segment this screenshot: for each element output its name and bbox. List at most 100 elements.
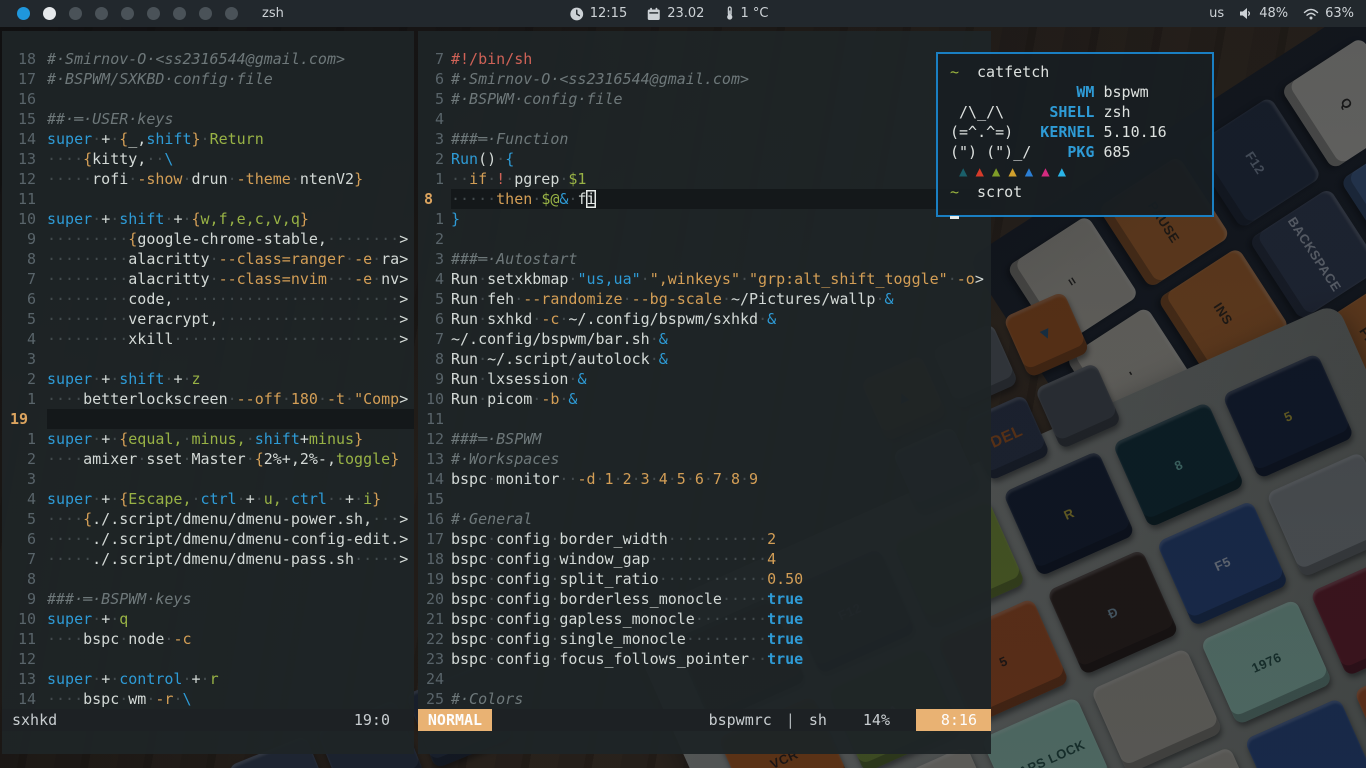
code-line: 1··if·!·pgrep·$1 — [418, 169, 991, 189]
code-line: 18#·Smirnov-O·<ss2316544@gmail.com> — [2, 49, 414, 69]
editor-buffer-sxhkd[interactable]: 18#·Smirnov-O·<ss2316544@gmail.com>17#·B… — [2, 31, 414, 709]
line-number: 6 — [2, 529, 36, 549]
wifi-value: 63% — [1325, 6, 1354, 21]
color-flag-triangle: ▲ — [1058, 162, 1066, 182]
date-value: 23.02 — [667, 6, 704, 21]
line-number: 8 — [2, 249, 36, 269]
line-number: 7 — [418, 49, 444, 69]
code-line: 11····bspc·node·-c — [2, 629, 414, 649]
statusline-position-badge: 8:16 — [916, 709, 991, 731]
line-number: 12 — [2, 169, 36, 189]
line-number: 11 — [418, 409, 444, 429]
line-number: 6 — [418, 309, 444, 329]
cat-ascii-art: /\_/\ — [950, 102, 1040, 122]
editor-buffer-bspwmrc[interactable]: 7#!/bin/sh6#·Smirnov-O·<ss2316544@gmail.… — [418, 31, 991, 709]
line-number: 8 — [418, 349, 444, 369]
workspace-dot-8[interactable] — [199, 7, 212, 20]
shell-prompt-line: ~ catfetch — [950, 62, 1212, 82]
code-line: 7#!/bin/sh — [418, 49, 991, 69]
terminal-cursor — [950, 216, 959, 219]
workspace-dot-9[interactable] — [225, 7, 238, 20]
line-number: 1 — [418, 209, 444, 229]
line-number: 8 — [2, 569, 36, 589]
workspace-dot-7[interactable] — [173, 7, 186, 20]
statusline-separator: | — [786, 711, 795, 729]
code-line: 7·····./.script/dmenu/dmenu-pass.sh·····… — [2, 549, 414, 569]
line-number: 11 — [2, 629, 36, 649]
current-code-line: 19 — [2, 409, 414, 429]
code-line: 1} — [418, 209, 991, 229]
color-flag-triangle: ▲ — [1025, 162, 1033, 182]
command-scrot: scrot — [977, 182, 1022, 202]
line-number: 10 — [418, 389, 444, 409]
bar-right-modules: us 48% 63% — [1209, 6, 1366, 21]
volume-icon — [1239, 7, 1253, 20]
code-line: 7~/.config/bspwm/bar.sh·& — [418, 329, 991, 349]
code-line: 14····bspc·wm·-r·\ — [2, 689, 414, 709]
line-number: 14 — [2, 689, 36, 709]
code-line: 12###═·BSPWM — [418, 429, 991, 449]
code-line: 23bspc·config·focus_follows_pointer··tru… — [418, 649, 991, 669]
code-line: 12·····rofi·-show·drun·-theme·ntenV2} — [2, 169, 414, 189]
statusline-filetype: sh — [809, 711, 827, 729]
desktop: ~12QCapsLockShiftF12BACKSPACEPRINTPAUSEI… — [0, 0, 1366, 768]
line-number: 18 — [2, 49, 36, 69]
clock-module: 12:15 — [570, 6, 627, 21]
color-flag-triangle: ▲ — [1041, 162, 1049, 182]
code-line: 6Run·sxhkd·-c·~/.config/bspwm/sxhkd·& — [418, 309, 991, 329]
code-line: 4 — [418, 109, 991, 129]
terminal-window-sxhkd[interactable]: 18#·Smirnov-O·<ss2316544@gmail.com>17#·B… — [2, 31, 414, 754]
line-number: 9 — [418, 369, 444, 389]
line-number: 1 — [418, 169, 444, 189]
fetch-label: WM — [1040, 82, 1094, 102]
prompt-symbol: ~ — [950, 62, 959, 82]
workspace-dot-3[interactable] — [69, 7, 82, 20]
line-number: 3 — [2, 469, 36, 489]
workspace-dot-5[interactable] — [121, 7, 134, 20]
line-number: 3 — [418, 129, 444, 149]
keyboard-layout: us — [1209, 6, 1224, 21]
line-number: 6 — [418, 69, 444, 89]
current-code-line: 8·····then·$@&·fi — [418, 189, 991, 209]
line-number: 12 — [2, 649, 36, 669]
line-number: 2 — [2, 369, 36, 389]
code-line: 9Run·lxsession·& — [418, 369, 991, 389]
code-line: 15 — [418, 489, 991, 509]
code-line: 3 — [2, 469, 414, 489]
fetch-label: SHELL — [1040, 102, 1094, 122]
workspace-dot-1[interactable] — [17, 7, 30, 20]
workspace-dot-2[interactable] — [43, 7, 56, 20]
line-number: 22 — [418, 629, 444, 649]
focused-window-title: zsh — [262, 6, 284, 21]
fetch-row: (") (")_/PKG685 — [950, 142, 1212, 162]
shell-prompt-line: ~ scrot — [950, 182, 1212, 202]
code-line: 16#·General — [418, 509, 991, 529]
workspace-dot-4[interactable] — [95, 7, 108, 20]
code-line: 15##·═·USER·keys — [2, 109, 414, 129]
line-number: 9 — [2, 589, 36, 609]
line-number: 21 — [418, 609, 444, 629]
code-line: 11 — [2, 189, 414, 209]
code-line: 17bspc·config·border_width···········2 — [418, 529, 991, 549]
cat-ascii-art: (=^.^=) — [950, 122, 1040, 142]
terminal-window-bspwmrc[interactable]: 7#!/bin/sh6#·Smirnov-O·<ss2316544@gmail.… — [418, 31, 991, 754]
command-line — [2, 731, 414, 754]
workspace-dot-6[interactable] — [147, 7, 160, 20]
code-line: 19bspc·config·split_ratio············0.5… — [418, 569, 991, 589]
line-number: 2 — [418, 229, 444, 249]
line-number: 12 — [418, 429, 444, 449]
fetch-value: bspwm — [1103, 82, 1148, 102]
line-number: 7 — [418, 329, 444, 349]
code-line: 18bspc·config·window_gap·············4 — [418, 549, 991, 569]
color-flag-triangle: ▲ — [1008, 162, 1016, 182]
cursor-line — [950, 202, 1212, 222]
code-line: 20bspc·config·borderless_monocle·····tru… — [418, 589, 991, 609]
code-line: 5Run·feh·--randomize·--bg-scale·~/Pictur… — [418, 289, 991, 309]
line-number: 20 — [418, 589, 444, 609]
floating-terminal[interactable]: ~ catfetch WMbspwm /\_/\SHELLzsh(=^.^=)K… — [936, 52, 1214, 217]
temperature-value: 1 °C — [740, 6, 768, 21]
date-module: 23.02 — [647, 6, 704, 21]
line-number: 4 — [2, 329, 36, 349]
line-number: 14 — [2, 129, 36, 149]
volume-value: 48% — [1259, 6, 1288, 21]
